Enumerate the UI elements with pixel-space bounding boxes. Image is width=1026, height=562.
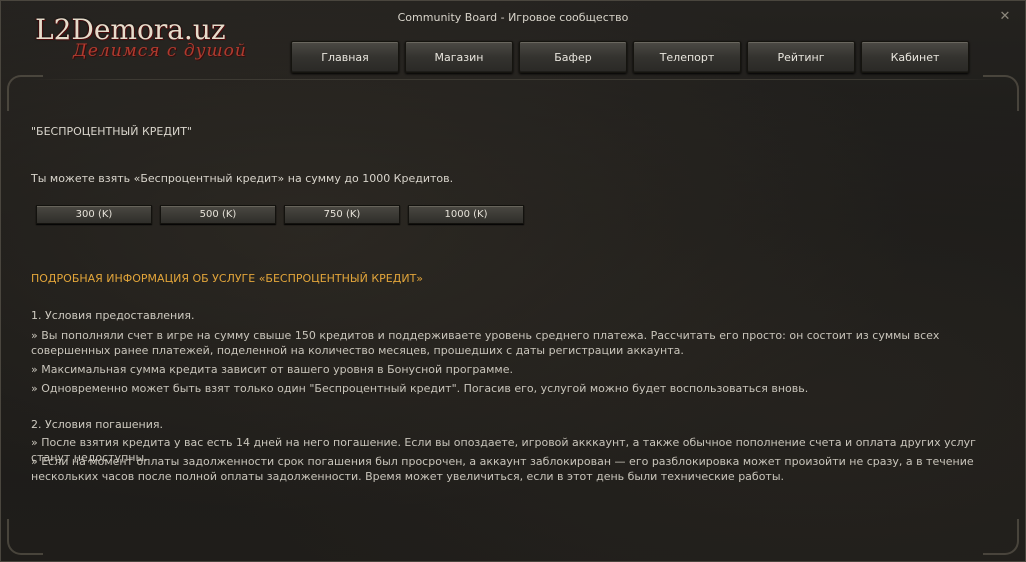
close-icon[interactable]: ✕ <box>997 9 1013 25</box>
credit-300-button[interactable]: 300 (K) <box>36 205 152 224</box>
credit-1000-button[interactable]: 1000 (K) <box>408 205 524 224</box>
server-logo: L2Demora.uz Делимся с душой <box>31 11 261 67</box>
intro-text: Ты можете взять «Беспроцентный кредит» н… <box>31 172 454 185</box>
section-2-item: » Если на момент оплаты задолженности ср… <box>31 455 974 483</box>
credit-750-button[interactable]: 750 (K) <box>284 205 400 224</box>
section-2-title: 2. Условия погашения. <box>31 418 163 431</box>
section-1-item: » Одновременно может быть взят только од… <box>31 382 809 395</box>
nav-buffer-button[interactable]: Бафер <box>519 41 627 73</box>
nav-teleport-button[interactable]: Телепорт <box>633 41 741 73</box>
corner-ornament <box>983 519 1019 555</box>
section-1-item: » Максимальная сумма кредита зависит от … <box>31 363 513 376</box>
header-divider <box>31 79 997 80</box>
nav-cabinet-button[interactable]: Кабинет <box>861 41 969 73</box>
corner-ornament <box>7 519 43 555</box>
community-board-window: Community Board - Игровое сообщество ✕ L… <box>0 0 1026 562</box>
nav-shop-button[interactable]: Магазин <box>405 41 513 73</box>
corner-ornament <box>983 75 1019 111</box>
nav-home-button[interactable]: Главная <box>291 41 399 73</box>
info-section-title: ПОДРОБНАЯ ИНФОРМАЦИЯ ОБ УСЛУГЕ «БЕСПРОЦЕ… <box>31 272 424 285</box>
logo-tagline: Делимся с душой <box>73 41 247 61</box>
credit-500-button[interactable]: 500 (K) <box>160 205 276 224</box>
corner-ornament <box>7 75 43 111</box>
page-title: "БЕСПРОЦЕНТНЫЙ КРЕДИТ" <box>31 125 192 138</box>
section-1-title: 1. Условия предоставления. <box>31 309 195 322</box>
nav-rating-button[interactable]: Рейтинг <box>747 41 855 73</box>
section-1-item: » Вы пополняли счет в игре на сумму свыш… <box>31 329 940 357</box>
